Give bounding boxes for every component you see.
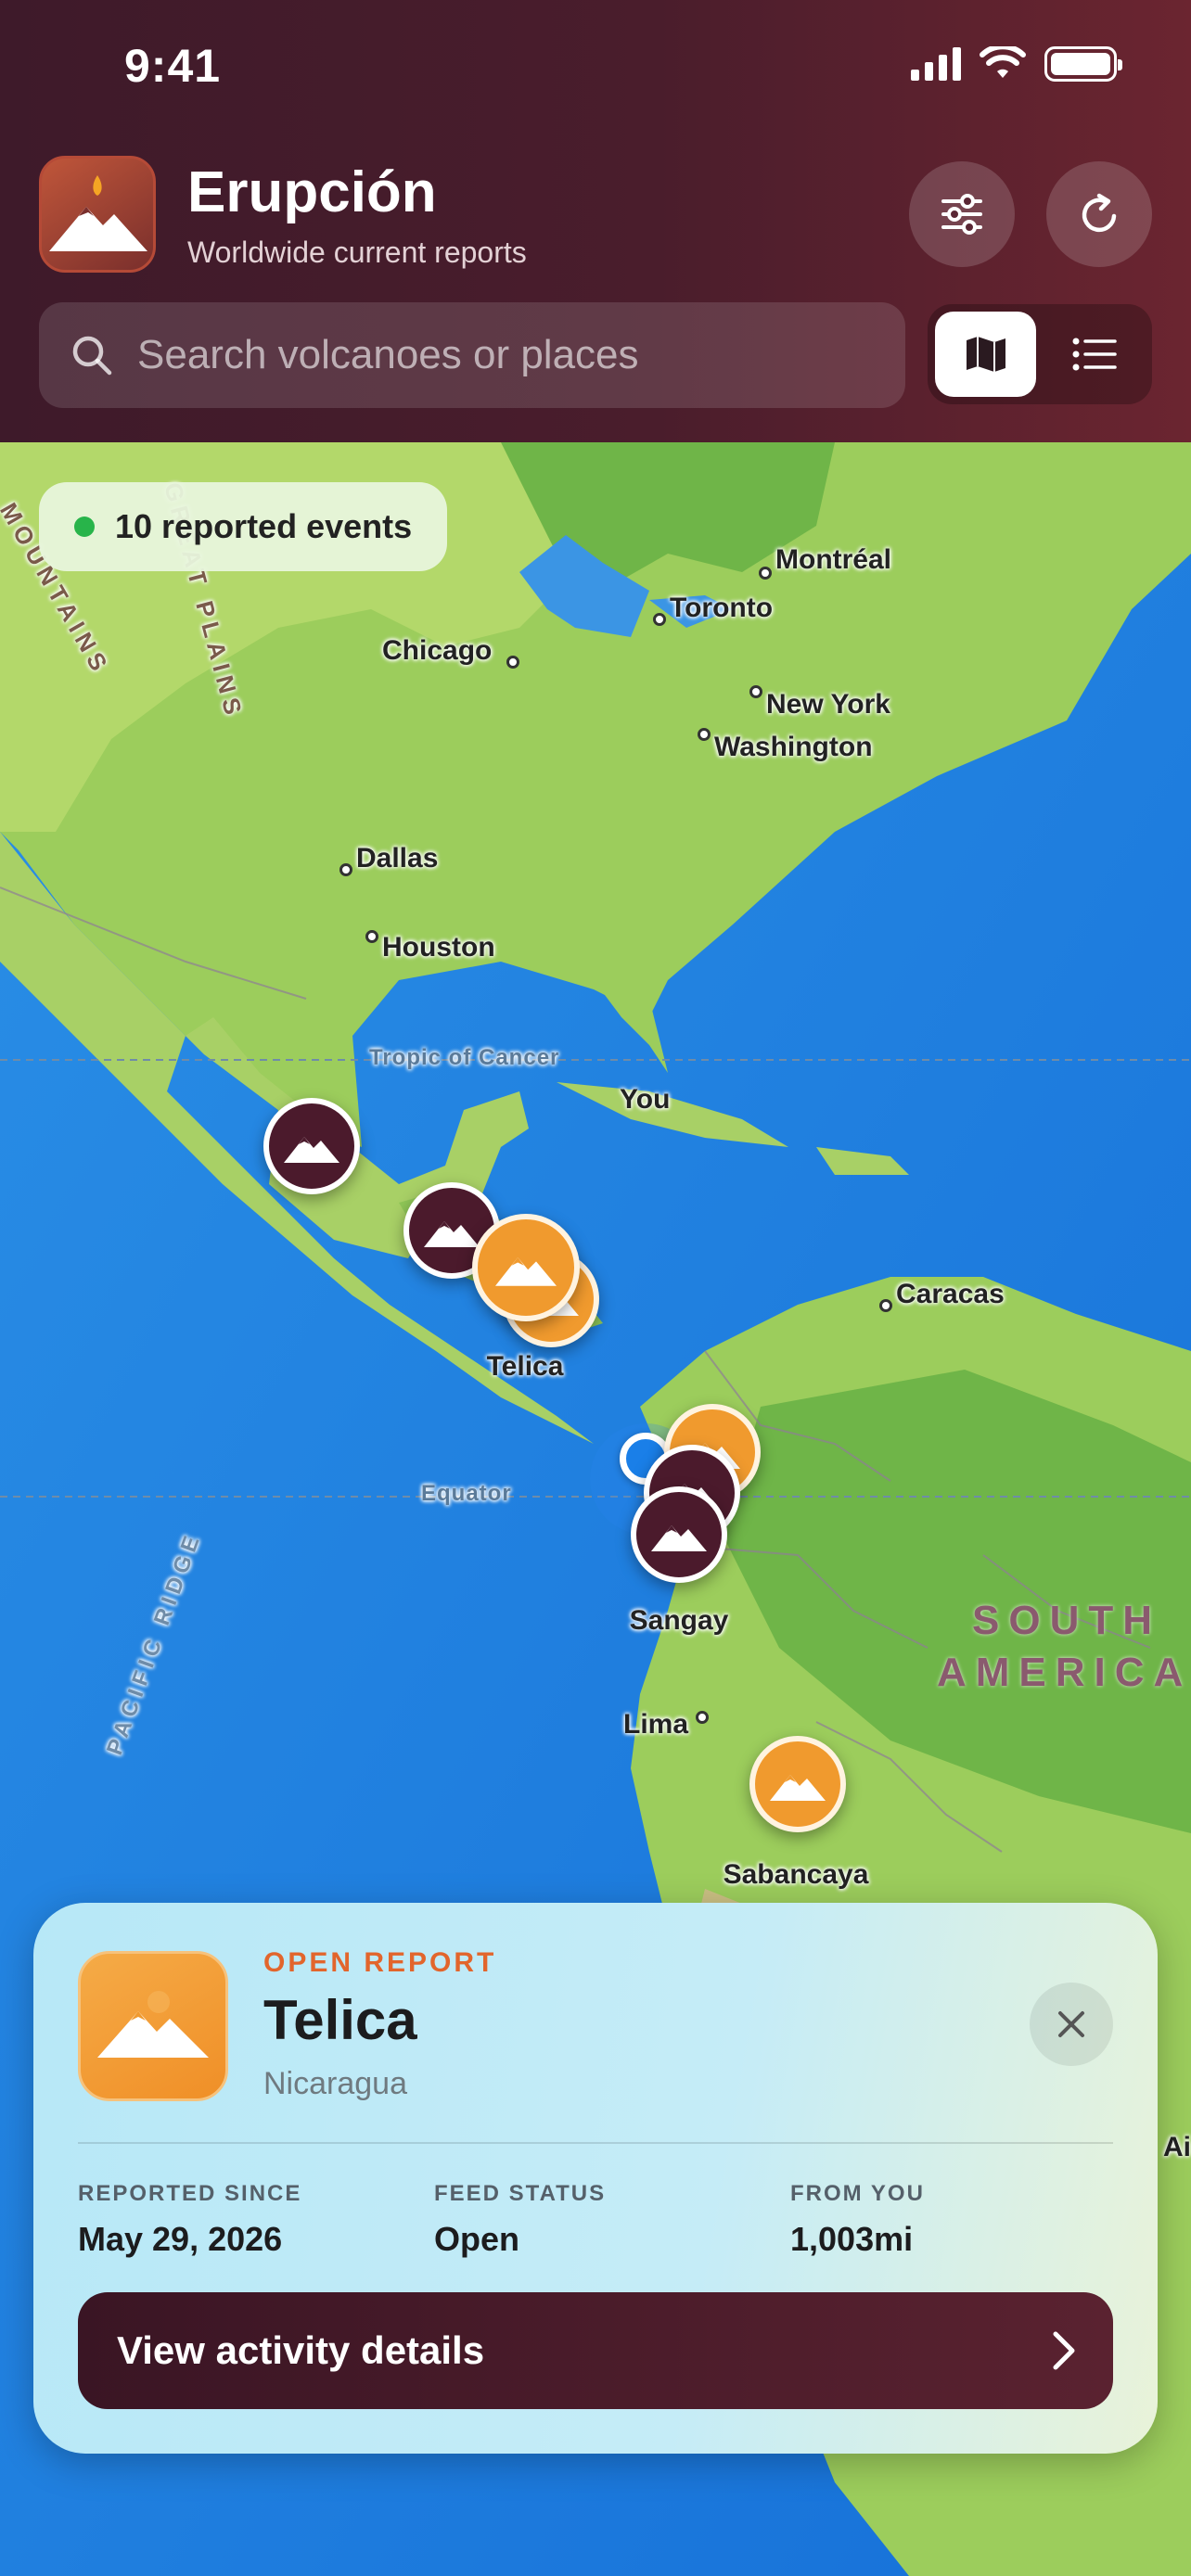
volcano-detail-card: OPEN REPORT Telica Nicaragua REPORTED SI… xyxy=(33,1903,1158,2454)
close-icon xyxy=(1058,2011,1084,2037)
city-label-houston: Houston xyxy=(382,932,495,963)
volcano-marker[interactable] xyxy=(631,1486,727,1583)
city-label-montreal: Montréal xyxy=(775,544,892,575)
cta-label: View activity details xyxy=(117,2328,485,2372)
city-dot xyxy=(698,728,711,741)
events-count-label: 10 reported events xyxy=(115,507,413,545)
app-logo-icon xyxy=(39,156,156,273)
stat-feed-status: FEED STATUS Open xyxy=(434,2181,606,2259)
city-dot xyxy=(339,863,352,876)
city-label-chicago: Chicago xyxy=(382,635,493,666)
list-icon xyxy=(1072,338,1117,371)
app-header: 9:41 Erupción Worldwide current reports xyxy=(0,0,1191,442)
city-dot xyxy=(879,1299,892,1312)
user-location-label: You xyxy=(620,1084,671,1115)
status-icons xyxy=(911,46,1122,82)
stat-value: Open xyxy=(434,2220,520,2258)
volcano-marker[interactable] xyxy=(263,1098,360,1194)
cellular-signal-icon xyxy=(911,47,961,81)
search-icon xyxy=(72,336,112,376)
volcano-country: Nicaragua xyxy=(263,2066,407,2101)
stat-label: FEED STATUS xyxy=(434,2181,607,2206)
list-view-button[interactable] xyxy=(1044,312,1145,397)
city-label-dallas: Dallas xyxy=(356,843,439,874)
city-label-new-york: New York xyxy=(766,689,890,720)
stat-reported-since: REPORTED SINCE May 29, 2026 xyxy=(78,2181,301,2259)
city-label-lima: Lima xyxy=(623,1709,689,1740)
status-bar: 9:41 xyxy=(0,0,1191,139)
app-title: Erupción xyxy=(187,160,437,224)
close-card-button[interactable] xyxy=(1030,1983,1113,2066)
view-activity-details-button[interactable]: View activity details xyxy=(78,2292,1113,2409)
stat-value: May 29, 2026 xyxy=(78,2220,283,2258)
card-divider xyxy=(78,2142,1113,2144)
volcano-marker-selected[interactable] xyxy=(472,1214,580,1321)
region-label-south: SOUTH xyxy=(972,1598,1161,1643)
stat-label: REPORTED SINCE xyxy=(78,2181,302,2206)
chevron-right-icon xyxy=(1053,2331,1075,2370)
stat-label: FROM YOU xyxy=(790,2181,925,2206)
volcano-name: Telica xyxy=(263,1989,417,2051)
refresh-icon xyxy=(1082,193,1117,233)
map-view-button[interactable] xyxy=(935,312,1036,397)
wifi-icon xyxy=(980,46,1026,78)
volcano-marker[interactable] xyxy=(749,1736,846,1832)
city-label-caracas: Caracas xyxy=(896,1279,1005,1309)
city-label-washington: Washington xyxy=(714,732,873,762)
mountain-icon xyxy=(495,1257,557,1286)
report-status-label: OPEN REPORT xyxy=(263,1947,497,1978)
refresh-button[interactable] xyxy=(1046,161,1152,267)
volcano-card-icon xyxy=(78,1951,228,2101)
status-time: 9:41 xyxy=(124,40,222,92)
mountain-icon xyxy=(284,1137,339,1163)
mountain-icon xyxy=(770,1775,826,1801)
battery-icon xyxy=(1044,46,1122,82)
map-label-equator: Equator xyxy=(421,1481,512,1506)
volcano-label-telica: Telica xyxy=(486,1351,564,1382)
map-edge-label: Ai xyxy=(1163,2132,1191,2162)
live-status-dot xyxy=(74,516,95,537)
search-bar[interactable] xyxy=(39,302,905,408)
mountain-icon xyxy=(424,1221,480,1247)
city-dot xyxy=(506,656,519,669)
volcano-label-sabancaya: Sabancaya xyxy=(723,1859,869,1890)
sliders-icon xyxy=(941,194,982,235)
volcano-label-sangay: Sangay xyxy=(629,1605,729,1636)
city-dot xyxy=(653,613,666,626)
search-input[interactable] xyxy=(137,332,861,378)
app-subtitle: Worldwide current reports xyxy=(187,236,527,269)
city-label-toronto: Toronto xyxy=(670,593,774,623)
events-count-pill: 10 reported events xyxy=(39,482,448,571)
city-dot xyxy=(749,685,762,698)
mountain-icon xyxy=(651,1525,707,1551)
city-dot xyxy=(696,1711,709,1724)
stat-value: 1,003mi xyxy=(790,2220,914,2258)
region-label-america: AMERICA xyxy=(937,1650,1191,1695)
map-label-tropic: Tropic of Cancer xyxy=(369,1045,560,1070)
filter-button[interactable] xyxy=(909,161,1015,267)
stat-distance: FROM YOU 1,003mi xyxy=(790,2181,925,2259)
city-dot xyxy=(759,567,772,580)
map-icon xyxy=(966,337,1005,372)
view-toggle xyxy=(928,304,1152,404)
city-dot xyxy=(365,930,378,943)
